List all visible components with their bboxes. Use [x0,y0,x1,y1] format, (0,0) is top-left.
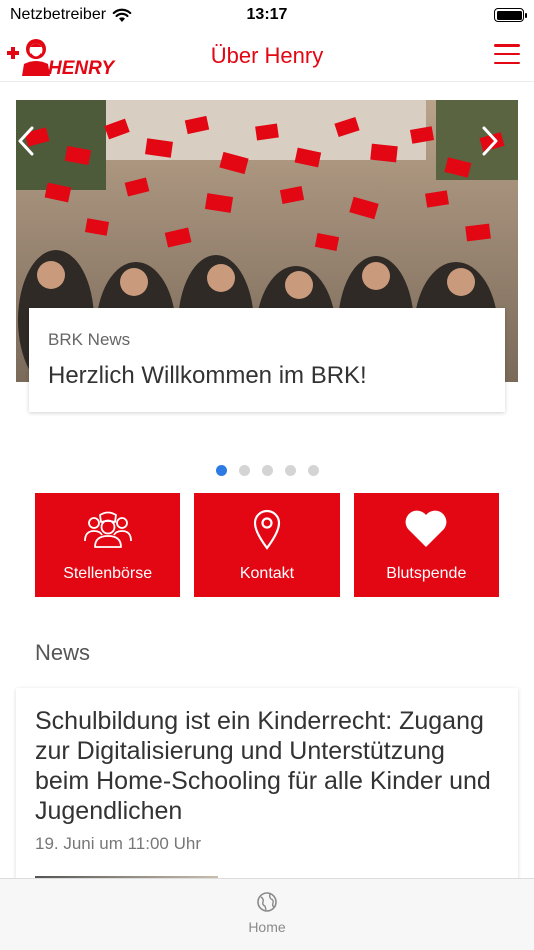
article-title: Schulbildung ist ein Kinderrecht: Zugang… [35,707,491,825]
kontakt-label: Kontakt [239,565,295,582]
carrier-label: Netzbetreiber [10,6,107,23]
heart-icon [400,507,452,551]
quick-links: Stellenbörse Kontakt Blutspende [35,493,499,597]
henry-logo[interactable]: HENRY [6,36,122,76]
blutspende-label: Blutspende [386,565,467,582]
carousel-pagination [0,465,534,476]
kontakt-button[interactable]: Kontakt [194,493,340,597]
news-section-title: News [35,640,91,665]
tab-home[interactable]: Home [248,879,286,950]
carousel-dot-2[interactable] [238,465,250,476]
news-card-title: Herzlich Willkommen im BRK! [48,362,367,389]
wifi-icon [112,8,132,22]
blutspende-button[interactable]: Blutspende [353,493,499,597]
battery-level [496,10,522,20]
status-bar: Netzbetreiber 13:17 [0,0,534,30]
chevron-left-icon[interactable] [16,124,36,158]
carousel-dot-1[interactable] [215,465,227,476]
article-date: 19. Juni um 11:00 Uhr [35,834,201,853]
carousel-dot-5[interactable] [307,465,319,476]
carousel-dot-4[interactable] [284,465,296,476]
page-title: Über Henry [210,42,324,68]
nav-header: HENRY Über Henry [0,30,534,82]
stellenboerse-label: Stellenbörse [63,565,153,582]
logo-wordmark: HENRY [48,58,116,76]
people-icon [82,507,134,551]
carousel-dot-3[interactable] [261,465,273,476]
tab-bar: Home [0,878,534,950]
stellenboerse-button[interactable]: Stellenbörse [35,493,181,597]
chevron-right-icon[interactable] [480,124,500,158]
status-left: Netzbetreiber [10,6,132,24]
news-article-card[interactable]: Schulbildung ist ein Kinderrecht: Zugang… [16,688,518,888]
tab-home-label: Home [248,919,286,935]
battery-icon [494,8,527,22]
news-card-kicker: BRK News [48,330,131,349]
location-pin-icon [241,507,293,551]
globe-icon [257,892,277,912]
featured-news-card[interactable]: BRK News Herzlich Willkommen im BRK! [29,308,505,412]
hamburger-menu-icon[interactable] [494,42,520,66]
